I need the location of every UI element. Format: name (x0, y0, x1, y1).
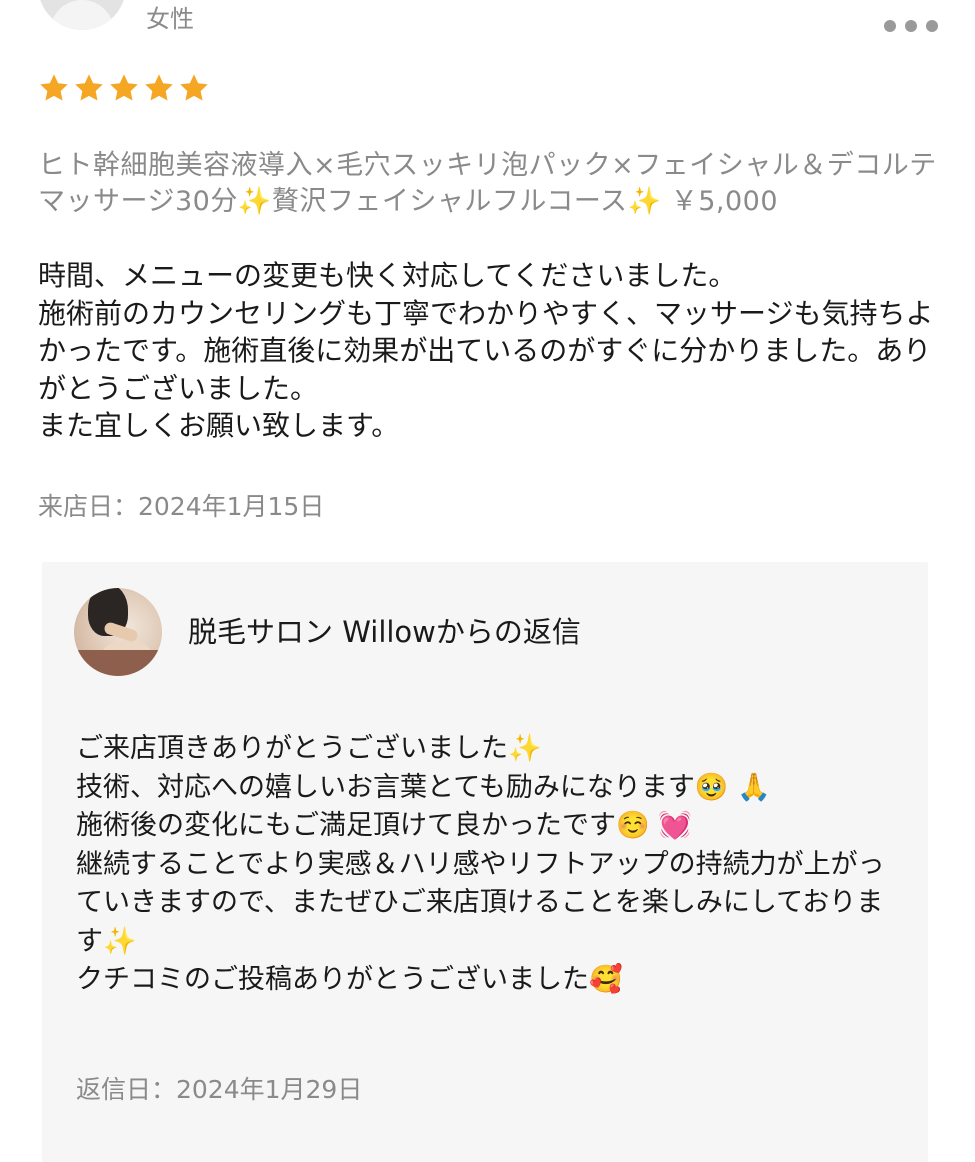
star-rating (38, 72, 210, 104)
star-icon (75, 74, 103, 101)
star-icon (145, 74, 173, 101)
visit-date: 来店日：2024年1月15日 (38, 492, 325, 521)
reviewer-gender: 女性 (146, 5, 194, 33)
reply-card: 脱毛サロン Willowからの返信 ご来店頂きありがとうございました✨ 技術、対… (42, 562, 928, 1162)
reply-body: ご来店頂きありがとうございました✨ 技術、対応への嬉しいお言葉とても励みになりま… (76, 733, 885, 995)
reviewer-avatar (38, 0, 126, 30)
review-body: 時間、メニューの変更も快く対応してくださいました。 施術前のカウンセリングも丁寧… (38, 259, 934, 442)
user-silhouette-shoulders (50, 0, 114, 30)
review-menu: ヒト幹細胞美容液導入×毛穴スッキリ泡パック×フェイシャル＆デコルテマッサージ30… (38, 150, 937, 217)
salon-avatar (74, 588, 162, 676)
star-icon (180, 74, 208, 101)
star-icon (110, 74, 138, 101)
star-icon (40, 74, 68, 101)
more-dots-icon (905, 20, 917, 32)
more-dots-icon (884, 20, 896, 32)
reply-date: 返信日：2024年1月29日 (76, 1075, 363, 1104)
towel (74, 650, 162, 676)
more-dots-icon (926, 20, 938, 32)
reply-title: 脱毛サロン Willowからの返信 (188, 615, 581, 649)
more-options-button[interactable] (878, 12, 944, 40)
